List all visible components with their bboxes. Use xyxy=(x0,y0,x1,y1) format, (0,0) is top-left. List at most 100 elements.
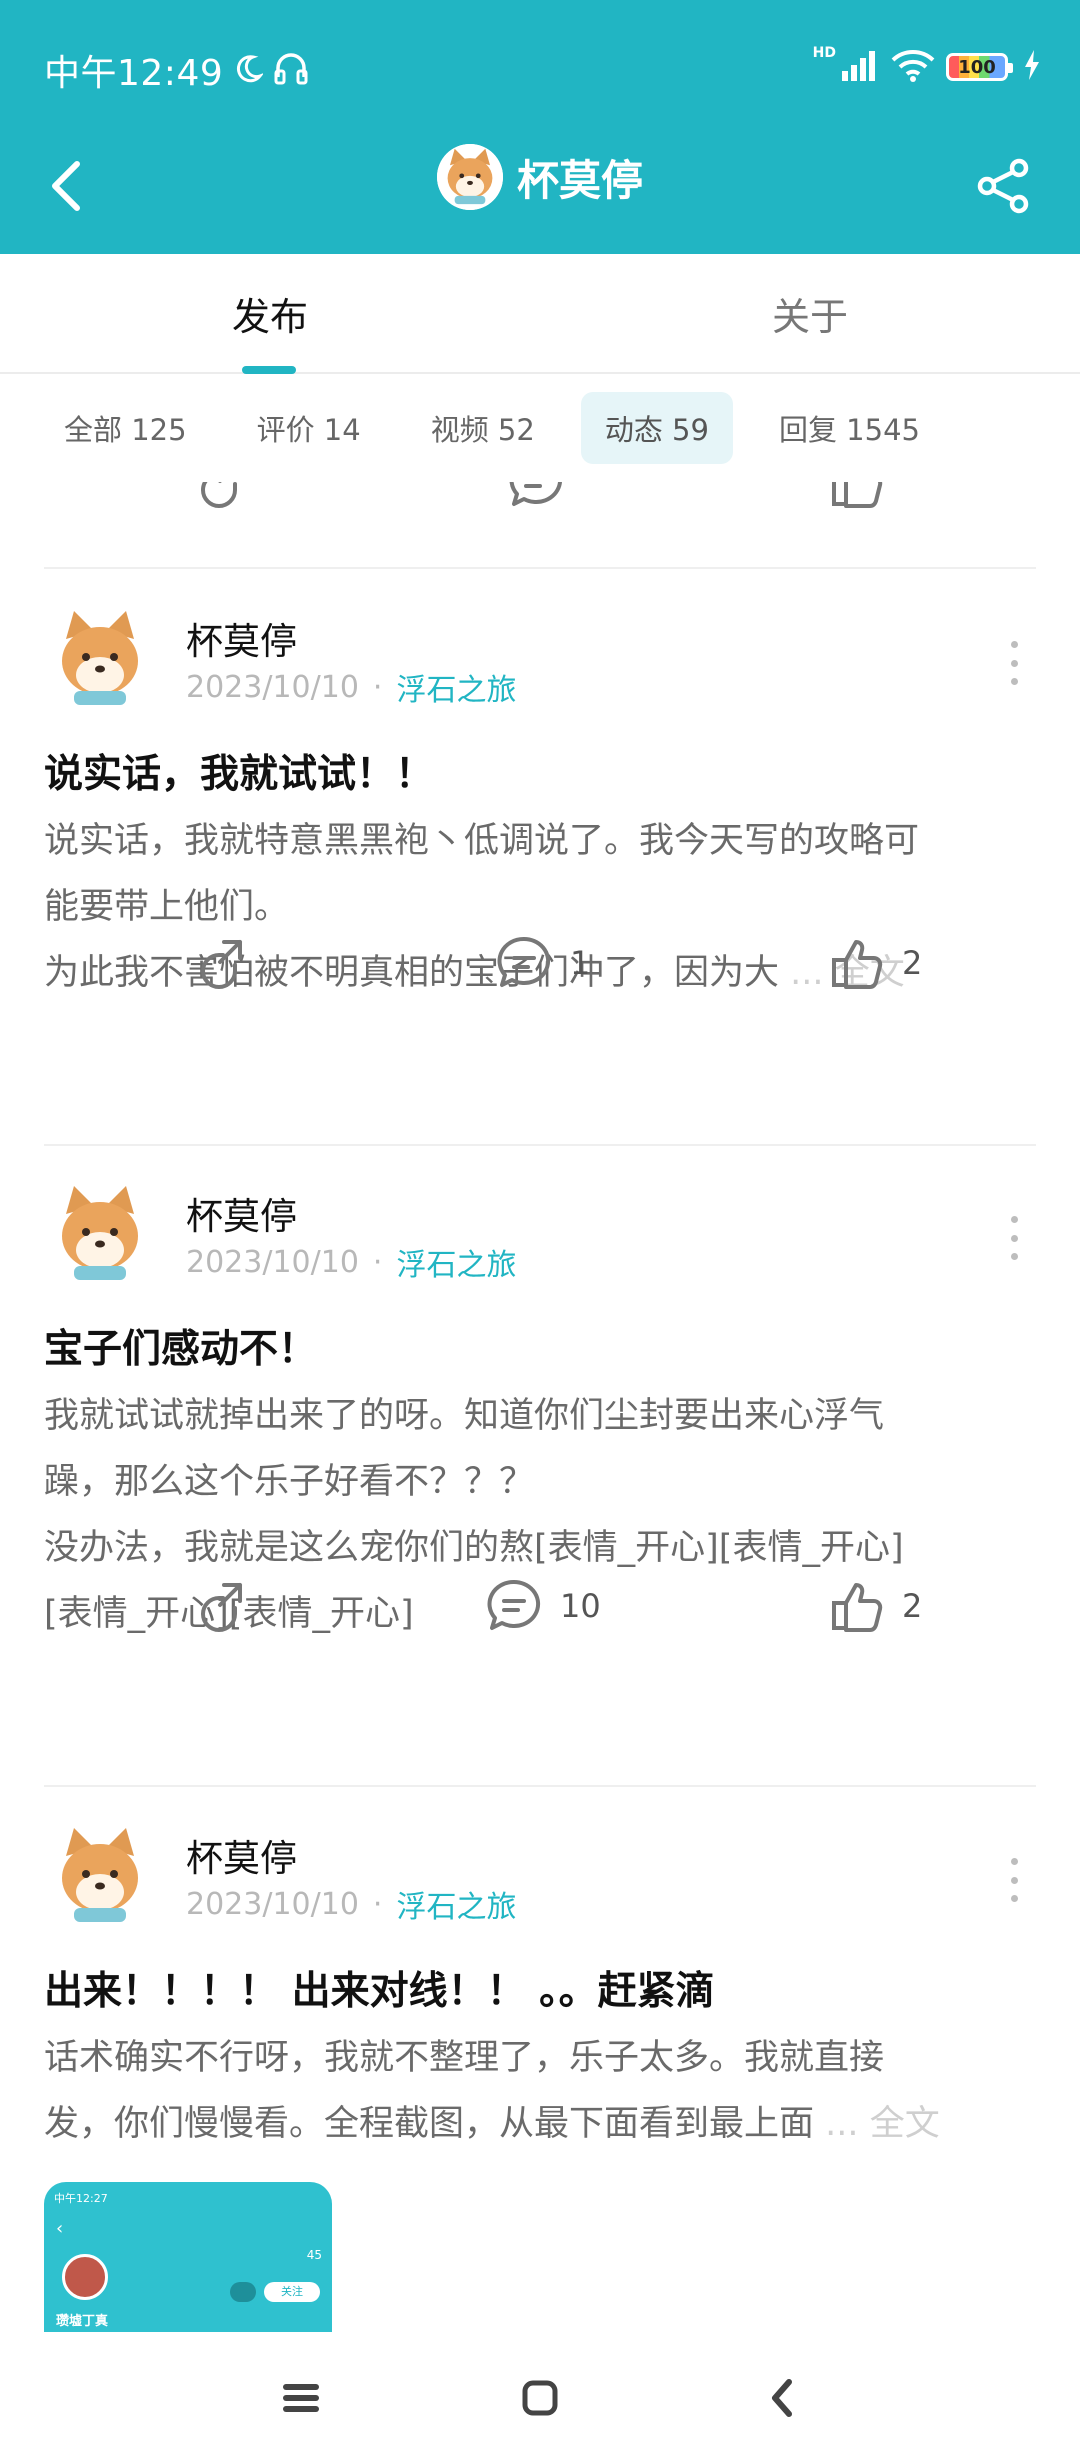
feed: 杯莫停 2023/10/10 · 浮石之旅 说实话，我就试试！！ 说实话，我就特… xyxy=(0,482,1080,2332)
forward-icon xyxy=(201,940,242,989)
comment-count: 10 xyxy=(560,1587,601,1625)
battery-icon: 100 xyxy=(946,53,1013,81)
system-nav-bar xyxy=(0,2332,1080,2460)
status-time: 中午12:49 xyxy=(44,53,224,94)
like-button[interactable] xyxy=(828,482,886,522)
post-date: 2023/10/10 xyxy=(186,1886,359,1922)
tab-indicator xyxy=(242,366,296,374)
shiba-avatar-icon xyxy=(436,144,503,210)
thumb-likes: 45 xyxy=(306,2248,322,2262)
profile-title: 杯莫停 xyxy=(0,144,1080,210)
chevron-left-icon xyxy=(772,2379,792,2417)
forward-button[interactable] xyxy=(190,1566,248,1646)
thumb-back-icon: ‹ xyxy=(56,2218,64,2239)
avatar xyxy=(436,144,503,210)
forward-icon xyxy=(201,1583,242,1632)
action-row xyxy=(0,482,1080,522)
divider xyxy=(44,567,1036,569)
divider xyxy=(44,1144,1036,1146)
tab-about[interactable]: 关于 xyxy=(540,254,1080,372)
post-date: 2023/10/10 xyxy=(186,669,359,705)
author-name[interactable]: 杯莫停 xyxy=(186,1828,297,1882)
body-line: 躁，那么这个乐子好看不？？？ xyxy=(44,1462,535,1502)
menu-icon xyxy=(283,2384,319,2412)
topic-link[interactable]: 浮石之旅 xyxy=(396,1882,516,1926)
body-line: 说实话，我就特意黑黑袍丶低调说了。我今天写的攻略可 xyxy=(44,821,920,861)
app-header: 中午12:49 HD 100 杯莫停 xyxy=(0,0,1080,254)
post-image-thumbnail[interactable]: 中午12:27 ‹ 45 关注 瓒墟丁真 xyxy=(44,2182,332,2332)
body-line: 我就试试就掉出来了的呀。知道你们尘封要出来心浮气 xyxy=(44,1396,885,1436)
filter-videos[interactable]: 视频 52 xyxy=(407,392,559,464)
more-options-button[interactable] xyxy=(1004,1208,1024,1268)
nav-row: 杯莫停 xyxy=(0,130,1080,254)
moon-icon xyxy=(233,53,265,87)
filter-reviews[interactable]: 评价 14 xyxy=(233,392,385,464)
author-name[interactable]: 杯莫停 xyxy=(186,1186,297,1240)
forward-button[interactable] xyxy=(190,923,248,1003)
thumb-avatar xyxy=(62,2254,108,2300)
filter-replies[interactable]: 回复 1545 xyxy=(755,392,944,464)
forward-icon xyxy=(201,482,237,508)
post-title: 出来！！！！ 出来对线！！ 。。赶紧滴 xyxy=(44,1969,715,2014)
meta-separator: · xyxy=(372,1886,383,1922)
thumb-follow: 关注 xyxy=(264,2282,320,2302)
comment-button[interactable]: 1 xyxy=(494,923,590,1003)
shiba-avatar-icon xyxy=(44,603,156,715)
recent-apps-button[interactable] xyxy=(265,2362,337,2434)
headphones-icon xyxy=(273,51,309,89)
square-icon xyxy=(522,2380,558,2416)
divider xyxy=(44,1785,1036,1787)
forward-button[interactable] xyxy=(190,482,248,522)
like-count: 2 xyxy=(902,944,923,982)
body-line: 发，你们慢慢看。全程截图，从最下面看到最上面 ... 全文 xyxy=(44,2104,940,2144)
like-button[interactable]: 2 xyxy=(828,1566,922,1646)
thumbs-up-icon xyxy=(832,1583,883,1632)
post-date: 2023/10/10 xyxy=(186,1244,359,1280)
shiba-avatar-icon xyxy=(44,1178,156,1290)
comment-icon xyxy=(497,936,551,987)
post-meta: 2023/10/10 · 浮石之旅 xyxy=(186,1882,516,1926)
meta-separator: · xyxy=(372,669,383,705)
filter-bar: 全部 125 评价 14 视频 52 动态 59 回复 1545 xyxy=(0,374,1080,482)
comment-button[interactable]: 10 xyxy=(484,1566,601,1646)
signal-icon xyxy=(840,49,880,85)
thumb-time: 中午12:27 xyxy=(54,2192,108,2205)
thumbs-up-icon xyxy=(832,482,883,508)
like-button[interactable]: 2 xyxy=(828,923,922,1003)
share-icon xyxy=(977,158,1029,214)
avatar[interactable] xyxy=(44,1178,156,1290)
comment-count: 1 xyxy=(570,944,591,982)
filter-all[interactable]: 全部 125 xyxy=(40,392,211,464)
more-options-button[interactable] xyxy=(1004,1850,1024,1910)
comment-icon xyxy=(487,1579,541,1630)
tab-bar: 发布 关于 xyxy=(0,254,1080,374)
topic-link[interactable]: 浮石之旅 xyxy=(396,1240,516,1284)
body-line: 话术确实不行呀，我就不整理了，乐子太多。我就直接 xyxy=(44,2038,885,2078)
shiba-avatar-icon xyxy=(44,1820,156,1932)
comment-button[interactable] xyxy=(506,482,566,522)
share-button[interactable] xyxy=(970,150,1036,222)
avatar[interactable] xyxy=(44,603,156,715)
like-count: 2 xyxy=(902,1587,923,1625)
meta-separator: · xyxy=(372,1244,383,1280)
thumb-name: 瓒墟丁真 xyxy=(56,2314,109,2329)
post-title: 说实话，我就试试！！ xyxy=(44,752,435,797)
more-options-button[interactable] xyxy=(1004,633,1024,693)
avatar[interactable] xyxy=(44,1820,156,1932)
home-button[interactable] xyxy=(504,2362,576,2434)
thumb-chat-icon xyxy=(230,2282,256,2302)
topic-link[interactable]: 浮石之旅 xyxy=(396,665,516,709)
post-body: 话术确实不行呀，我就不整理了，乐子太多。我就直接 发，你们慢慢看。全程截图，从最… xyxy=(44,2025,1036,2157)
page-title: 杯莫停 xyxy=(516,155,643,205)
read-more-link[interactable]: 全文 xyxy=(870,2104,940,2144)
author-name[interactable]: 杯莫停 xyxy=(186,611,297,665)
wifi-icon xyxy=(890,48,936,86)
comment-icon xyxy=(509,482,562,506)
system-back-button[interactable] xyxy=(746,2362,818,2434)
hd-label: HD xyxy=(812,45,836,61)
charging-icon xyxy=(1024,50,1040,84)
action-row: 10 2 xyxy=(0,1566,1080,1646)
filter-moments[interactable]: 动态 59 xyxy=(580,392,733,464)
post-title: 宝子们感动不！ xyxy=(44,1327,318,1372)
tab-publish[interactable]: 发布 xyxy=(0,254,540,372)
